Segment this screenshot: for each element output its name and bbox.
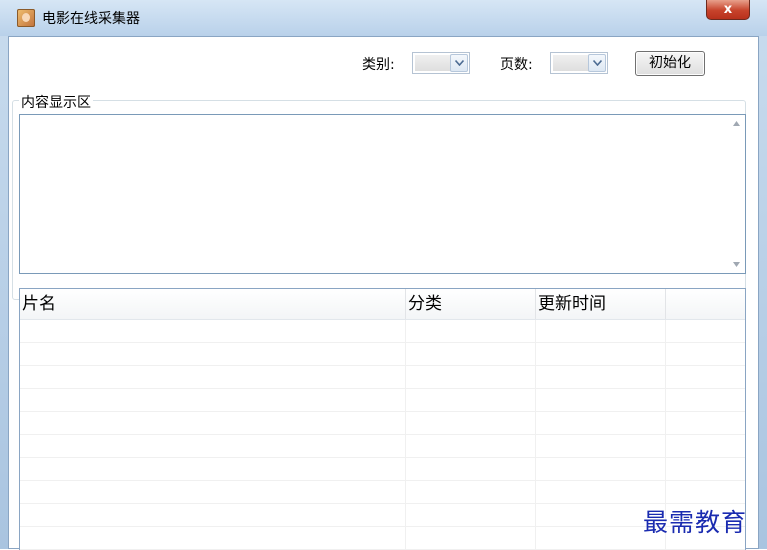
column-header-update-time[interactable]: 更新时间 — [536, 289, 666, 319]
column-header-category[interactable]: 分类 — [406, 289, 536, 319]
chevron-down-icon[interactable] — [588, 54, 606, 72]
table-row[interactable] — [20, 412, 745, 435]
table-row[interactable] — [20, 504, 745, 527]
pages-label: 页数: — [500, 57, 533, 73]
client-area: 类别: 页数: 初始化 内容显示区 片名 分类 更新时间 — [8, 36, 759, 550]
vertical-scrollbar[interactable] — [728, 115, 745, 273]
pages-select[interactable] — [550, 52, 608, 74]
table-row[interactable] — [20, 458, 745, 481]
scroll-down-arrow-icon[interactable] — [728, 256, 745, 273]
movie-app-icon — [17, 9, 35, 27]
app-window: 电影在线采集器 x 类别: 页数: 初始化 内容显示区 片名 分类 更新时间 最… — [0, 0, 767, 550]
movie-list-table[interactable]: 片名 分类 更新时间 — [19, 288, 746, 550]
initialize-button[interactable]: 初始化 — [635, 51, 705, 76]
pages-select-value — [553, 55, 589, 71]
title-bar[interactable]: 电影在线采集器 x — [0, 0, 767, 36]
close-icon: x — [723, 2, 733, 17]
table-header: 片名 分类 更新时间 — [20, 289, 745, 320]
table-row[interactable] — [20, 320, 745, 343]
column-header-extra — [666, 289, 745, 319]
close-button[interactable]: x — [706, 0, 750, 20]
column-header-title[interactable]: 片名 — [20, 289, 406, 319]
category-select[interactable] — [412, 52, 470, 74]
content-group-title: 内容显示区 — [19, 92, 93, 112]
content-textarea[interactable] — [19, 114, 746, 274]
table-row[interactable] — [20, 435, 745, 458]
scroll-up-arrow-icon[interactable] — [728, 115, 745, 132]
chevron-down-icon[interactable] — [450, 54, 468, 72]
window-title: 电影在线采集器 — [42, 11, 140, 27]
table-row[interactable] — [20, 389, 745, 412]
table-row[interactable] — [20, 527, 745, 550]
table-row[interactable] — [20, 366, 745, 389]
watermark-text: 最需教育 — [643, 508, 748, 537]
table-row[interactable] — [20, 481, 745, 504]
category-label: 类别: — [362, 57, 395, 73]
category-select-value — [415, 55, 451, 71]
table-row[interactable] — [20, 343, 745, 366]
